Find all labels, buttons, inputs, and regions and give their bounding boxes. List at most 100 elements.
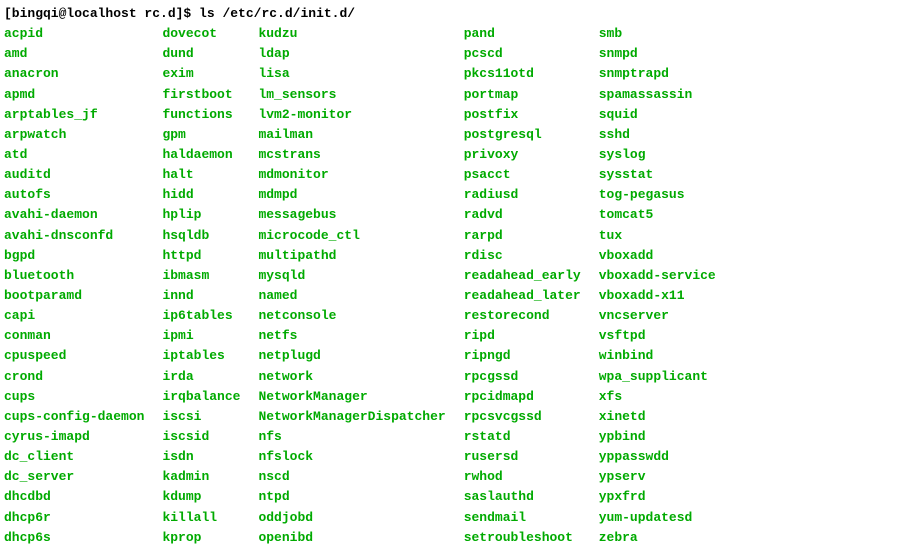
file-entry: network [258,367,445,387]
file-entry: vsftpd [599,326,716,346]
file-entry: multipathd [258,246,445,266]
file-entry: oddjobd [258,508,445,528]
file-entry: halt [162,165,240,185]
file-entry: vboxadd-x11 [599,286,716,306]
file-entry: named [258,286,445,306]
file-entry: xfs [599,387,716,407]
file-entry: irda [162,367,240,387]
file-entry: hplip [162,205,240,225]
file-entry: avahi-dnsconfd [4,226,144,246]
shell-command: ls /etc/rc.d/init.d/ [199,6,355,21]
file-entry: dhcdbd [4,487,144,507]
file-entry: mysqld [258,266,445,286]
file-entry: iscsid [162,427,240,447]
file-entry: openibd [258,528,445,548]
file-entry: hsqldb [162,226,240,246]
file-entry: killall [162,508,240,528]
file-entry: cpuspeed [4,346,144,366]
file-entry: kdump [162,487,240,507]
file-entry: dovecot [162,24,240,44]
file-entry: vncserver [599,306,716,326]
file-entry: crond [4,367,144,387]
file-entry: atd [4,145,144,165]
file-entry: bluetooth [4,266,144,286]
file-entry: iscsi [162,407,240,427]
file-entry: hidd [162,185,240,205]
file-entry: ipmi [162,326,240,346]
file-entry: dhcp6s [4,528,144,548]
file-entry: readahead_early [464,266,581,286]
file-entry: conman [4,326,144,346]
output-column-4: pandpcscdpkcs11otdportmappostfixpostgres… [464,24,599,548]
file-entry: anacron [4,64,144,84]
file-entry: bootparamd [4,286,144,306]
file-entry: ldap [258,44,445,64]
file-entry: vboxadd-service [599,266,716,286]
file-entry: dc_server [4,467,144,487]
terminal-prompt-line: [bingqi@localhost rc.d]$ ls /etc/rc.d/in… [4,4,910,24]
file-entry: rusersd [464,447,581,467]
file-entry: firstboot [162,85,240,105]
file-entry: innd [162,286,240,306]
file-entry: netplugd [258,346,445,366]
file-entry: messagebus [258,205,445,225]
file-entry: netfs [258,326,445,346]
file-entry: mdmpd [258,185,445,205]
file-entry: rstatd [464,427,581,447]
file-entry: kudzu [258,24,445,44]
file-entry: dc_client [4,447,144,467]
file-entry: ip6tables [162,306,240,326]
ls-output: acpidamdanacronapmdarptables_jfarpwatcha… [4,24,910,548]
file-entry: functions [162,105,240,125]
file-entry: microcode_ctl [258,226,445,246]
file-entry: rpcidmapd [464,387,581,407]
file-entry: kprop [162,528,240,548]
file-entry: nfslock [258,447,445,467]
file-entry: nfs [258,427,445,447]
file-entry: bgpd [4,246,144,266]
file-entry: radiusd [464,185,581,205]
output-column-3: kudzuldaplisalm_sensorslvm2-monitormailm… [258,24,463,548]
file-entry: ypbind [599,427,716,447]
output-column-5: smbsnmpdsnmptrapdspamassassinsquidsshdsy… [599,24,716,548]
output-column-2: dovecotdundeximfirstbootfunctionsgpmhald… [162,24,258,548]
file-entry: iptables [162,346,240,366]
file-entry: xinetd [599,407,716,427]
file-entry: setroubleshoot [464,528,581,548]
file-entry: zebra [599,528,716,548]
file-entry: postfix [464,105,581,125]
file-entry: dund [162,44,240,64]
file-entry: yppasswdd [599,447,716,467]
file-entry: mdmonitor [258,165,445,185]
shell-prompt: [bingqi@localhost rc.d]$ [4,6,199,21]
file-entry: lvm2-monitor [258,105,445,125]
file-entry: wpa_supplicant [599,367,716,387]
file-entry: kadmin [162,467,240,487]
file-entry: NetworkManagerDispatcher [258,407,445,427]
file-entry: pand [464,24,581,44]
file-entry: gpm [162,125,240,145]
file-entry: rpcgssd [464,367,581,387]
file-entry: sendmail [464,508,581,528]
file-entry: smb [599,24,716,44]
file-entry: httpd [162,246,240,266]
file-entry: ibmasm [162,266,240,286]
file-entry: ypxfrd [599,487,716,507]
file-entry: privoxy [464,145,581,165]
file-entry: acpid [4,24,144,44]
file-entry: autofs [4,185,144,205]
file-entry: cups-config-daemon [4,407,144,427]
file-entry: pcscd [464,44,581,64]
file-entry: syslog [599,145,716,165]
file-entry: arptables_jf [4,105,144,125]
output-column-1: acpidamdanacronapmdarptables_jfarpwatcha… [4,24,162,548]
file-entry: haldaemon [162,145,240,165]
file-entry: pkcs11otd [464,64,581,84]
file-entry: squid [599,105,716,125]
file-entry: NetworkManager [258,387,445,407]
file-entry: sysstat [599,165,716,185]
file-entry: mcstrans [258,145,445,165]
file-entry: netconsole [258,306,445,326]
file-entry: amd [4,44,144,64]
file-entry: isdn [162,447,240,467]
